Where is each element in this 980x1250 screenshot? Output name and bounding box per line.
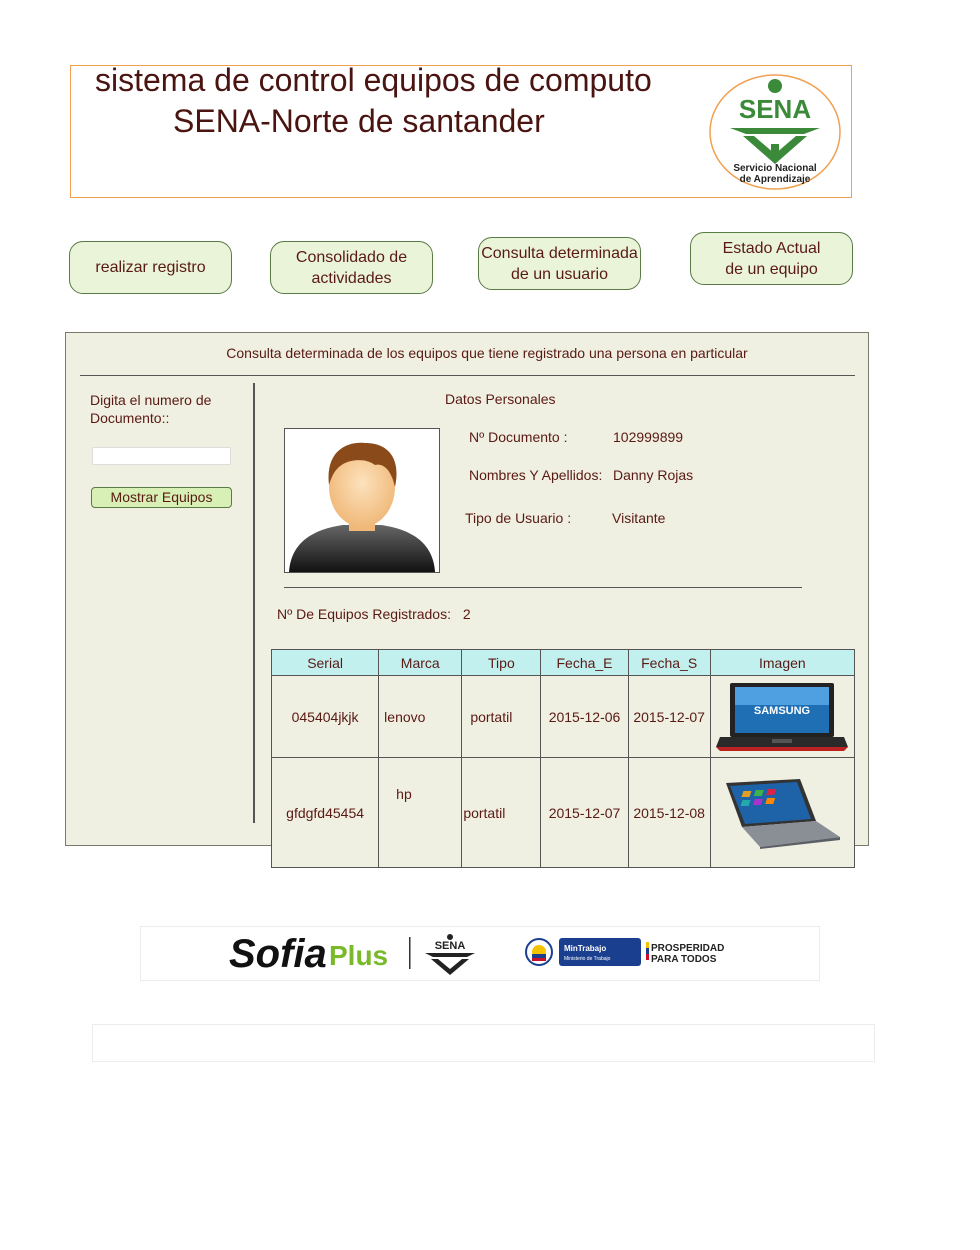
- consolidated-label-2: actividades: [311, 269, 392, 287]
- sofia-text: Sofia: [229, 932, 327, 976]
- laptop-image-icon: [726, 778, 841, 849]
- cell-tipo: portatil: [461, 675, 542, 758]
- name-field-label: Nombres Y Apellidos:: [469, 467, 603, 483]
- laptop-screen-brand: SAMSUNG: [754, 705, 810, 717]
- equipment-count-label: Nº De Equipos Registrados:: [277, 606, 451, 622]
- consolidated-label-1: Consolidado de: [295, 248, 408, 266]
- query-panel: Consulta determinada de los equipos que …: [65, 332, 869, 868]
- prosperidad-text-2: PARA TODOS: [651, 954, 717, 965]
- column-header-marca: Marca: [378, 649, 463, 676]
- cell-image: [709, 757, 856, 868]
- panel-title: Consulta determinada de los equipos que …: [226, 345, 748, 361]
- table-row[interactable]: gfdgfd45454 hp portatil 2015-12-07 2015-…: [270, 757, 856, 868]
- prosperidad-text-1: PROSPERIDAD: [651, 943, 724, 954]
- personal-data-heading: Datos Personales: [445, 391, 556, 407]
- column-header-serial: Serial: [270, 649, 380, 676]
- cell-image: SAMSUNG: [709, 675, 856, 758]
- document-label-line2: Documento::: [90, 410, 170, 426]
- document-input[interactable]: [92, 447, 231, 465]
- user-photo: [284, 428, 440, 573]
- app-title-line2: SENA-Norte de santander: [173, 103, 545, 139]
- mintrabajo-text: MinTrabajo: [564, 944, 606, 953]
- laptop-image-icon: SAMSUNG: [716, 682, 849, 751]
- column-header-fecha-e: Fecha_E: [540, 649, 629, 676]
- equipment-status-label-1: Estado Actual: [722, 239, 821, 257]
- logo-text: SENA: [739, 94, 811, 124]
- table-row[interactable]: 045404jkjk lenovo portatil 2015-12-06 20…: [270, 675, 856, 758]
- logo-caption-1: Servicio Nacional: [733, 163, 817, 174]
- equipment-table: Serial Marca Tipo Fecha_E Fecha_S Imagen…: [270, 649, 856, 868]
- user-avatar-icon: [289, 442, 435, 572]
- empty-footer-box: [92, 1024, 875, 1062]
- cell-fecha-s: 2015-12-07: [627, 675, 711, 758]
- register-button[interactable]: realizar registro: [69, 241, 232, 294]
- document-label-line1: Digita el numero de: [90, 392, 212, 408]
- mintrabajo-sub: Ministerio de Trabajo: [564, 956, 611, 962]
- footer-sena-icon: SENA: [425, 934, 475, 975]
- cell-marca: hp: [378, 757, 463, 868]
- column-header-tipo: Tipo: [461, 649, 542, 676]
- header-banner: sistema de control equipos de computo SE…: [70, 62, 852, 198]
- document-label: Digita el numero de Documento::: [90, 391, 230, 427]
- vertical-divider: [253, 383, 255, 823]
- colombia-shield-icon: [525, 938, 553, 966]
- equipment-status-label-2: de un equipo: [725, 260, 818, 278]
- show-equipment-button[interactable]: Mostrar Equipos: [91, 487, 232, 508]
- table-header-row: Serial Marca Tipo Fecha_E Fecha_S Imagen: [270, 649, 856, 676]
- cell-fecha-s: 2015-12-08: [627, 757, 711, 868]
- document-field-label: Nº Documento :: [469, 429, 568, 445]
- equipment-count: Nº De Equipos Registrados: 2: [277, 606, 471, 622]
- info-divider: [284, 587, 802, 588]
- footer-sena-text: SENA: [435, 940, 466, 952]
- cell-tipo: portatil: [461, 757, 542, 868]
- name-field-value: Danny Rojas: [613, 467, 694, 483]
- cell-serial: 045404jkjk: [270, 675, 380, 758]
- user-type-label: Tipo de Usuario :: [465, 510, 572, 526]
- sena-logo-icon: SENA Servicio Nacional de Aprendizaje: [709, 74, 841, 190]
- cell-fecha-e: 2015-12-07: [540, 757, 629, 868]
- cell-serial: gfdgfd45454: [270, 757, 380, 868]
- user-type-value: Visitante: [612, 510, 666, 526]
- document-field-value: 102999899: [613, 429, 684, 445]
- equipment-count-value: 2: [462, 606, 471, 622]
- app-title-line1: sistema de control equipos de computo: [95, 62, 652, 98]
- user-query-button[interactable]: Consulta determinada de un usuario: [478, 237, 641, 290]
- user-query-label-1: Consulta determinada: [481, 244, 638, 262]
- register-button-label: realizar registro: [95, 259, 206, 276]
- column-header-fecha-s: Fecha_S: [627, 649, 711, 676]
- plus-text: Plus: [329, 940, 388, 971]
- logo-caption-2: de Aprendizaje: [740, 174, 811, 185]
- sponsor-logos-strip: Sofia Plus SENA MinTrabajo Ministerio de…: [229, 932, 724, 976]
- consolidated-activities-button[interactable]: Consolidado de actividades: [270, 241, 433, 294]
- panel-divider: [80, 375, 855, 376]
- equipment-status-button[interactable]: Estado Actual de un equipo: [690, 232, 853, 285]
- sponsor-logos: Sofia Plus SENA MinTrabajo Ministerio de…: [140, 926, 820, 981]
- column-header-imagen: Imagen: [709, 649, 856, 676]
- cell-marca: lenovo: [378, 675, 463, 758]
- user-query-label-2: de un usuario: [511, 265, 608, 283]
- cell-fecha-e: 2015-12-06: [540, 675, 629, 758]
